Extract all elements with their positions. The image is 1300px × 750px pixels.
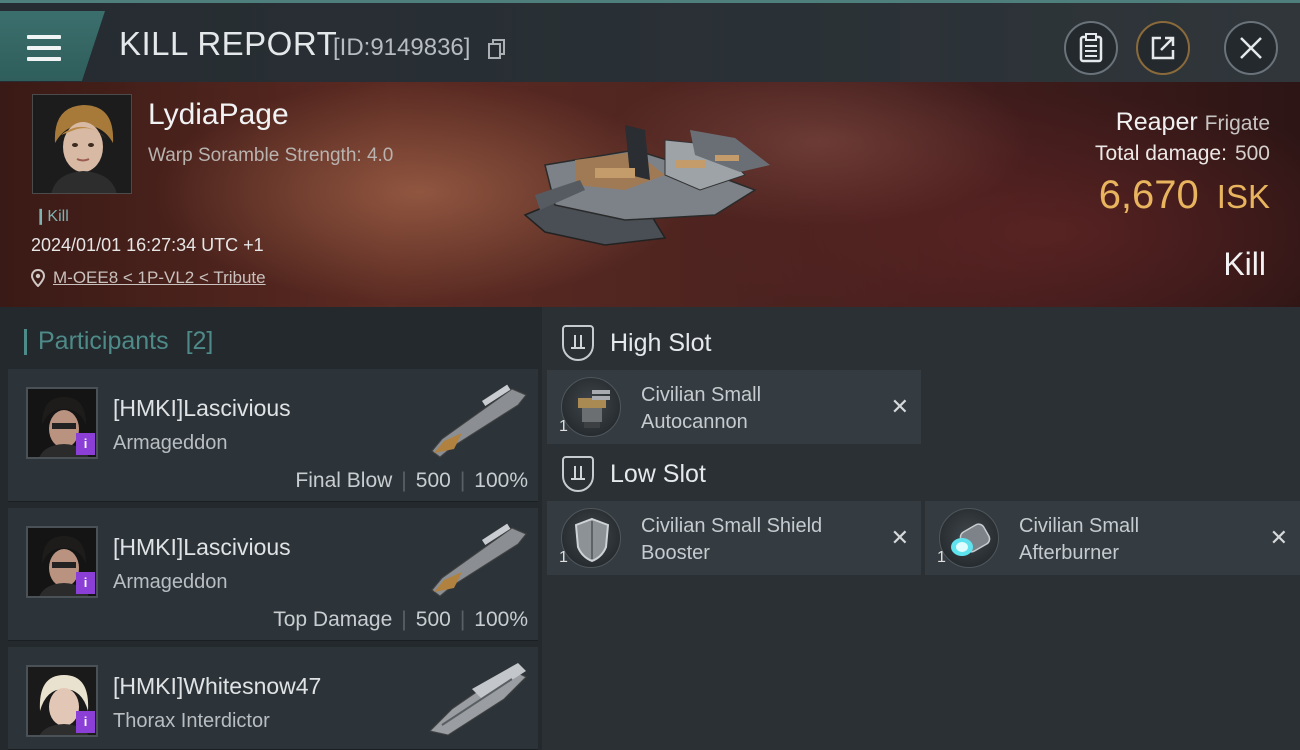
module-name-line2: Booster [641,542,710,564]
share-icon [1151,36,1175,60]
remove-module-icon[interactable]: ✕ [891,394,909,420]
high-slot-icon [562,325,594,361]
module-quantity: 1 [937,549,946,566]
total-damage-value: 500 [1234,142,1270,165]
clipboard-icon [1079,33,1103,63]
participants-heading: Participants [2] [23,327,214,356]
victim-ship-line: Reaper Frigate [1116,108,1270,137]
kill-tag: ❙Kill [34,208,69,225]
isk-amount: 6,670 [1098,173,1199,217]
close-icon [1240,37,1262,59]
module-name-line1: Civilian Small [641,384,762,406]
total-damage: Total damage: 500 [1095,142,1270,166]
participant-name[interactable]: [HMKI]Whitesnow47 [113,673,321,700]
participant-ship: Armageddon [113,432,228,454]
module-slot[interactable]: 1 Civilian Small Afterburner ✕ [925,501,1300,575]
module-slot[interactable]: 1 Civilian Small Autocannon ✕ [547,370,921,444]
participant-stats: Top Damage | 500 | 100% [273,608,528,631]
victim-banner: LydiaPage Warp Soramble Strength: 4.0 ❙K… [0,82,1300,307]
role-badge-icon: i [76,572,95,594]
kill-timestamp: 2024/01/01 16:27:34 UTC +1 [31,235,264,255]
participants-panel: Participants [2] i [HMKI]Lascivious Arma… [0,307,542,750]
afterburner-icon [939,508,999,568]
victim-ship-name[interactable]: Reaper [1116,108,1198,136]
participant-ship: Armageddon [113,571,228,593]
module-name: Civilian Small Shield Booster [641,513,881,567]
participants-count: [2] [185,327,214,355]
victim-ship-image[interactable] [515,120,785,250]
shield-booster-icon [561,508,621,568]
high-slot-title: High Slot [610,328,712,357]
victim-stat: Warp Soramble Strength: 4.0 [148,145,394,166]
participant-percent: 100% [474,608,528,631]
participants-label: Participants [38,327,169,355]
menu-button[interactable] [0,11,105,81]
module-name: Civilian Small Autocannon [641,382,881,436]
fitting-panel: High Slot 1 Civilian Small Autocannon ✕ [542,307,1300,750]
remove-module-icon[interactable]: ✕ [891,525,909,551]
location-pin-icon [31,269,45,287]
participant-card[interactable]: i [HMKI]Whitesnow47 Thorax Interdictor [8,647,538,750]
participant-role: Top Damage [273,608,393,631]
participant-damage: 500 [415,469,451,492]
victim-ship-class: Frigate [1204,112,1270,135]
menu-icon [27,35,61,65]
isk-currency: ISK [1216,178,1270,215]
high-slot-heading: High Slot [562,325,711,361]
role-badge-icon: i [76,433,95,455]
participant-percent: 100% [474,469,528,492]
module-name-line2: Afterburner [1019,542,1120,564]
module-name-line1: Civilian Small Shield [641,515,823,537]
share-button[interactable] [1136,21,1190,75]
copy-icon[interactable] [488,39,506,59]
participant-card[interactable]: i [HMKI]Lascivious Armageddon Final Blow… [8,369,538,502]
clipboard-button[interactable] [1064,21,1118,75]
top-bar: KILL REPORT [ID:9149836] [0,0,1300,82]
victim-name[interactable]: LydiaPage [148,98,289,132]
low-slot-icon [562,456,594,492]
total-damage-label: Total damage: [1095,142,1227,165]
autocannon-icon [561,377,621,437]
participant-role: Final Blow [295,469,393,492]
report-id: [ID:9149836] [333,34,471,61]
isk-value: 6,670 ISK [1099,173,1270,218]
kill-tag-label: Kill [47,208,69,225]
module-slot[interactable]: 1 Civilian Small Shield Booster ✕ [547,501,921,575]
module-quantity: 1 [559,549,568,566]
page-title: KILL REPORT [119,25,338,62]
participant-name[interactable]: [HMKI]Lascivious [113,534,291,561]
participant-damage: 500 [415,608,451,631]
close-button[interactable] [1224,21,1278,75]
module-name: Civilian Small Afterburner [1019,513,1259,567]
location-link[interactable]: M-OEE8 < 1P-VL2 < Tribute [31,268,266,288]
remove-module-icon[interactable]: ✕ [1270,525,1288,551]
victim-avatar[interactable] [32,94,132,194]
participant-card[interactable]: i [HMKI]Lascivious Armageddon Top Damage… [8,508,538,641]
module-quantity: 1 [559,418,568,435]
participant-ship: Thorax Interdictor [113,710,270,732]
weapon-icon [429,663,527,736]
victim-portrait-art [33,95,131,193]
weapon-icon [431,523,527,597]
weapon-icon [431,384,527,458]
participant-stats: Final Blow | 500 | 100% [295,469,528,492]
low-slot-title: Low Slot [610,459,706,488]
low-slot-heading: Low Slot [562,456,706,492]
result-label: Kill [1223,246,1266,282]
participant-name[interactable]: [HMKI]Lascivious [113,395,291,422]
module-name-line1: Civilian Small [1019,515,1140,537]
role-badge-icon: i [76,711,95,733]
location-text[interactable]: M-OEE8 < 1P-VL2 < Tribute [53,268,266,288]
module-name-line2: Autocannon [641,411,748,433]
